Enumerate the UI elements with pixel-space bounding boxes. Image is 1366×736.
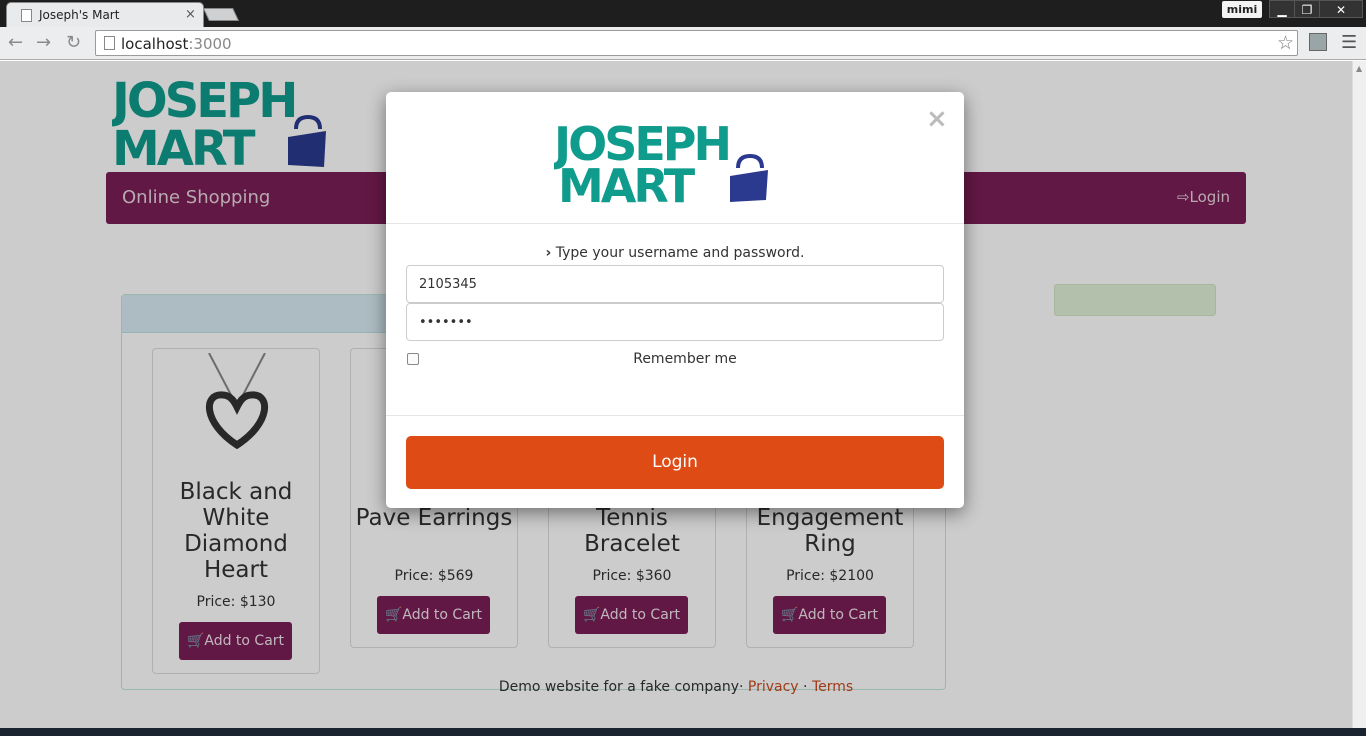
page-scrollbar[interactable]: ▲ [1352, 61, 1366, 728]
remember-me-label[interactable]: Remember me [406, 351, 964, 367]
new-tab-button[interactable] [202, 8, 240, 21]
modal-close-icon[interactable]: × [926, 104, 948, 134]
reload-icon[interactable]: ↻ [66, 32, 81, 53]
page-icon [104, 36, 115, 50]
address-bar[interactable]: localhost:3000 ☆ [95, 30, 1298, 56]
extension-icon[interactable] [1309, 33, 1327, 51]
page-viewport: JOSEPH MART Online Shopping ⇨Login Black… [0, 61, 1366, 728]
password-field[interactable] [406, 303, 944, 341]
chevron-right-icon: › [545, 245, 552, 261]
page-icon [21, 9, 32, 22]
minimize-button[interactable]: ▁ [1269, 0, 1295, 18]
modal-logo-line2: MART [558, 159, 696, 206]
menu-icon[interactable]: ☰ [1341, 32, 1357, 53]
profile-button[interactable]: mimi [1222, 1, 1262, 18]
login-instruction: › Type your username and password. [545, 245, 805, 261]
url-text: localhost:3000 [121, 35, 232, 53]
username-field[interactable] [406, 265, 944, 303]
modal-divider [386, 415, 964, 416]
modal-header: JOSEPH MART × [386, 92, 964, 224]
back-icon[interactable]: ← [8, 32, 23, 53]
browser-tab[interactable]: Joseph's Mart × [6, 2, 204, 27]
bookmark-star-icon[interactable]: ☆ [1277, 32, 1294, 54]
tab-title: Joseph's Mart [39, 8, 120, 22]
forward-icon[interactable]: → [36, 32, 51, 53]
scroll-up-icon[interactable]: ▲ [1356, 64, 1364, 73]
browser-titlebar: Joseph's Mart × mimi ▁ ❐ ✕ [0, 0, 1366, 27]
remember-me-checkbox[interactable] [407, 353, 419, 365]
login-modal: JOSEPH MART × › Type your username and p… [386, 92, 964, 508]
browser-toolbar: ← → ↻ localhost:3000 ☆ ☰ [0, 27, 1366, 60]
modal-logo: JOSEPH MART [554, 117, 768, 206]
tab-close-icon[interactable]: × [185, 7, 196, 22]
login-button[interactable]: Login [406, 436, 944, 489]
restore-button[interactable]: ❐ [1294, 0, 1320, 18]
remember-me-row: Remember me [406, 350, 944, 370]
os-taskbar [0, 728, 1366, 736]
close-window-button[interactable]: ✕ [1319, 0, 1363, 18]
